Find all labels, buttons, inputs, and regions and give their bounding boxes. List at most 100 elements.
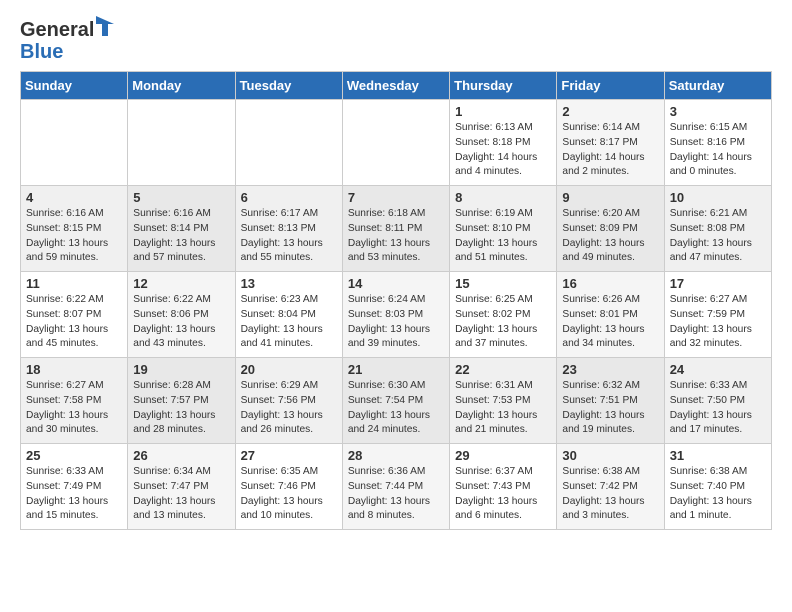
day-info: Sunrise: 6:33 AM Sunset: 7:50 PM Dayligh… [670,379,766,438]
day-number: 29 [455,448,551,463]
day-info: Sunrise: 6:24 AM Sunset: 8:03 PM Dayligh… [348,293,444,352]
calendar-cell: 8 Sunrise: 6:19 AM Sunset: 8:10 PM Daylig… [450,186,557,272]
calendar-cell [342,100,449,186]
calendar-cell: 21Sunrise: 6:30 AM Sunset: 7:54 PM Dayli… [342,358,449,444]
logo-blue: Blue [20,41,63,63]
day-number: 31 [670,448,766,463]
logo-arrow-icon [96,16,114,36]
day-header-friday: Friday [557,72,664,100]
day-info: Sunrise: 6:17 AM Sunset: 8:13 PM Dayligh… [241,207,337,266]
calendar-cell: 6 Sunrise: 6:17 AM Sunset: 8:13 PM Daylig… [235,186,342,272]
day-info: Sunrise: 6:13 AM Sunset: 8:18 PM Dayligh… [455,121,551,180]
day-number: 16 [562,276,658,291]
logo-text: General Blue [20,16,114,63]
day-number: 20 [241,362,337,377]
day-number: 8 [455,190,551,205]
logo-general: General [20,19,94,41]
day-number: 28 [348,448,444,463]
day-info: Sunrise: 6:16 AM Sunset: 8:14 PM Dayligh… [133,207,229,266]
day-info: Sunrise: 6:29 AM Sunset: 7:56 PM Dayligh… [241,379,337,438]
day-info: Sunrise: 6:32 AM Sunset: 7:51 PM Dayligh… [562,379,658,438]
day-number: 4 [26,190,122,205]
day-info: Sunrise: 6:16 AM Sunset: 8:15 PM Dayligh… [26,207,122,266]
calendar-cell: 4 Sunrise: 6:16 AM Sunset: 8:15 PM Daylig… [21,186,128,272]
day-number: 18 [26,362,122,377]
day-number: 30 [562,448,658,463]
calendar-cell: 14 Sunrise: 6:24 AM Sunset: 8:03 PM Dayli… [342,272,449,358]
day-info: Sunrise: 6:26 AM Sunset: 8:01 PM Dayligh… [562,293,658,352]
day-info: Sunrise: 6:19 AM Sunset: 8:10 PM Dayligh… [455,207,551,266]
calendar-cell: 20 Sunrise: 6:29 AM Sunset: 7:56 PM Dayli… [235,358,342,444]
calendar-cell: 10 Sunrise: 6:21 AM Sunset: 8:08 PM Dayli… [664,186,771,272]
day-number: 13 [241,276,337,291]
day-info: Sunrise: 6:38 AM Sunset: 7:40 PM Dayligh… [670,465,766,524]
day-number: 26 [133,448,229,463]
calendar-cell: 31 Sunrise: 6:38 AM Sunset: 7:40 PM Dayli… [664,444,771,530]
day-number: 1 [455,104,551,119]
day-header-sunday: Sunday [21,72,128,100]
day-number: 2 [562,104,658,119]
day-header-saturday: Saturday [664,72,771,100]
day-header-thursday: Thursday [450,72,557,100]
calendar-cell: 16 Sunrise: 6:26 AM Sunset: 8:01 PM Dayli… [557,272,664,358]
day-number: 9 [562,190,658,205]
calendar-cell: 15 Sunrise: 6:25 AM Sunset: 8:02 PM Dayli… [450,272,557,358]
calendar-cell: 7 Sunrise: 6:18 AM Sunset: 8:11 PM Daylig… [342,186,449,272]
calendar-cell: 3Sunrise: 6:15 AM Sunset: 8:16 PM Daylig… [664,100,771,186]
day-number: 14 [348,276,444,291]
calendar-cell [235,100,342,186]
calendar-cell [128,100,235,186]
calendar-cell: 27 Sunrise: 6:35 AM Sunset: 7:46 PM Dayli… [235,444,342,530]
day-info: Sunrise: 6:22 AM Sunset: 8:07 PM Dayligh… [26,293,122,352]
calendar-cell: 28 Sunrise: 6:36 AM Sunset: 7:44 PM Dayli… [342,444,449,530]
day-number: 10 [670,190,766,205]
calendar-week-5: 25Sunrise: 6:33 AM Sunset: 7:49 PM Dayli… [21,444,772,530]
calendar-cell: 12 Sunrise: 6:22 AM Sunset: 8:06 PM Dayli… [128,272,235,358]
day-number: 23 [562,362,658,377]
day-number: 7 [348,190,444,205]
day-info: Sunrise: 6:18 AM Sunset: 8:11 PM Dayligh… [348,207,444,266]
day-number: 6 [241,190,337,205]
day-info: Sunrise: 6:35 AM Sunset: 7:46 PM Dayligh… [241,465,337,524]
day-info: Sunrise: 6:33 AM Sunset: 7:49 PM Dayligh… [26,465,122,524]
calendar-cell: 9 Sunrise: 6:20 AM Sunset: 8:09 PM Daylig… [557,186,664,272]
day-info: Sunrise: 6:36 AM Sunset: 7:44 PM Dayligh… [348,465,444,524]
day-info: Sunrise: 6:20 AM Sunset: 8:09 PM Dayligh… [562,207,658,266]
day-info: Sunrise: 6:31 AM Sunset: 7:53 PM Dayligh… [455,379,551,438]
calendar-cell: 22 Sunrise: 6:31 AM Sunset: 7:53 PM Dayli… [450,358,557,444]
day-number: 24 [670,362,766,377]
calendar-cell: 19Sunrise: 6:28 AM Sunset: 7:57 PM Dayli… [128,358,235,444]
day-info: Sunrise: 6:37 AM Sunset: 7:43 PM Dayligh… [455,465,551,524]
day-info: Sunrise: 6:14 AM Sunset: 8:17 PM Dayligh… [562,121,658,180]
day-info: Sunrise: 6:27 AM Sunset: 7:58 PM Dayligh… [26,379,122,438]
calendar-cell: 29 Sunrise: 6:37 AM Sunset: 7:43 PM Dayli… [450,444,557,530]
calendar-cell [21,100,128,186]
day-number: 19 [133,362,229,377]
day-header-tuesday: Tuesday [235,72,342,100]
calendar-cell: 13Sunrise: 6:23 AM Sunset: 8:04 PM Dayli… [235,272,342,358]
day-header-wednesday: Wednesday [342,72,449,100]
days-header-row: SundayMondayTuesdayWednesdayThursdayFrid… [21,72,772,100]
day-header-monday: Monday [128,72,235,100]
calendar-week-2: 4 Sunrise: 6:16 AM Sunset: 8:15 PM Daylig… [21,186,772,272]
day-info: Sunrise: 6:25 AM Sunset: 8:02 PM Dayligh… [455,293,551,352]
day-number: 12 [133,276,229,291]
calendar-week-4: 18 Sunrise: 6:27 AM Sunset: 7:58 PM Dayli… [21,358,772,444]
calendar-week-3: 11 Sunrise: 6:22 AM Sunset: 8:07 PM Dayli… [21,272,772,358]
calendar-cell: 5 Sunrise: 6:16 AM Sunset: 8:14 PM Daylig… [128,186,235,272]
day-number: 22 [455,362,551,377]
day-info: Sunrise: 6:30 AM Sunset: 7:54 PM Dayligh… [348,379,444,438]
calendar-cell: 25Sunrise: 6:33 AM Sunset: 7:49 PM Dayli… [21,444,128,530]
day-number: 27 [241,448,337,463]
calendar-cell: 18 Sunrise: 6:27 AM Sunset: 7:58 PM Dayli… [21,358,128,444]
day-info: Sunrise: 6:15 AM Sunset: 8:16 PM Dayligh… [670,121,766,180]
day-number: 15 [455,276,551,291]
calendar-cell: 2 Sunrise: 6:14 AM Sunset: 8:17 PM Daylig… [557,100,664,186]
day-info: Sunrise: 6:21 AM Sunset: 8:08 PM Dayligh… [670,207,766,266]
calendar-table: SundayMondayTuesdayWednesdayThursdayFrid… [20,71,772,530]
day-info: Sunrise: 6:34 AM Sunset: 7:47 PM Dayligh… [133,465,229,524]
day-number: 11 [26,276,122,291]
calendar-cell: 17Sunrise: 6:27 AM Sunset: 7:59 PM Dayli… [664,272,771,358]
day-number: 5 [133,190,229,205]
day-info: Sunrise: 6:22 AM Sunset: 8:06 PM Dayligh… [133,293,229,352]
